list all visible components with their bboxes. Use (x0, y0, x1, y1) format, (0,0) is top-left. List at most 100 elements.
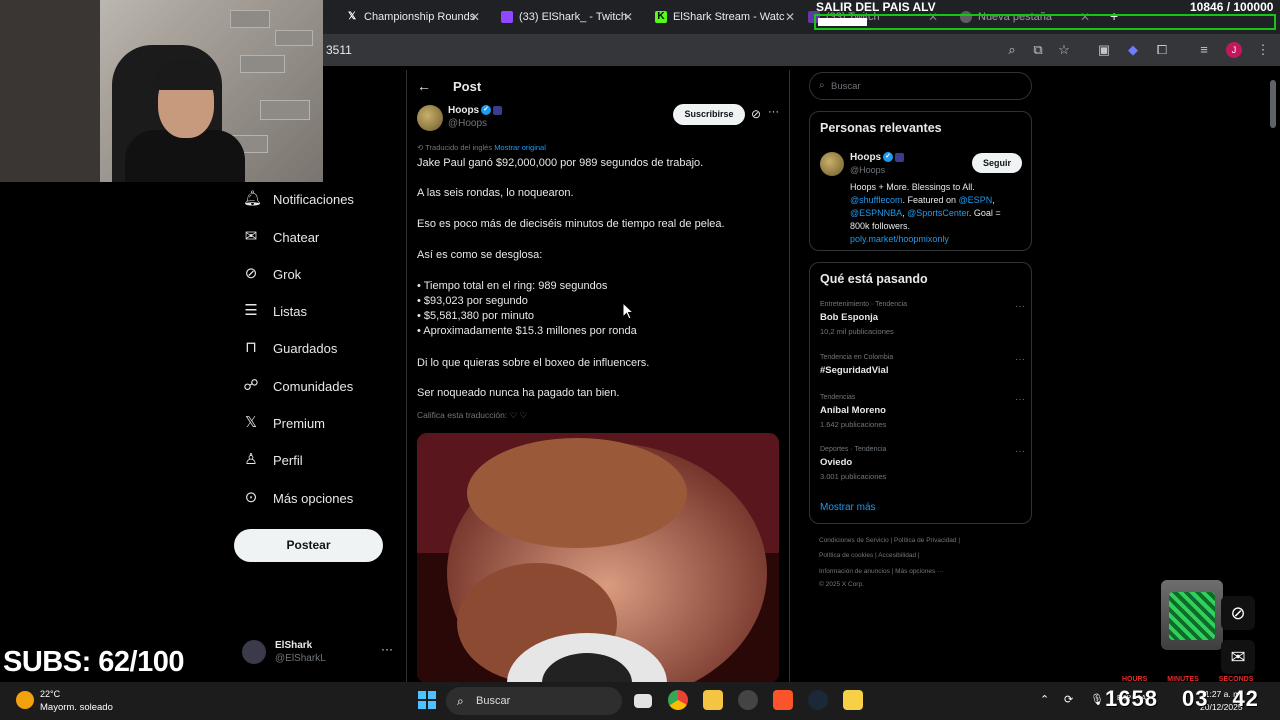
profile-avatar[interactable]: J (1226, 42, 1242, 58)
url-text[interactable]: 3511 (326, 43, 352, 57)
picture-in-picture-icon[interactable]: ▣ (1096, 42, 1112, 58)
thumbs-down-icon[interactable]: ♡ (520, 410, 528, 420)
post-text-line: • $5,581,380 por minuto (417, 310, 534, 322)
tab-label: (33) ElShark_ - Twitch (519, 11, 628, 23)
x-logo-icon: 𝕏 (244, 414, 258, 431)
close-icon[interactable]: ✕ (623, 10, 633, 24)
trend-item[interactable]: Entretenimiento · Tendencia Bob Esponja … (820, 301, 1025, 336)
bio-link[interactable]: poly.market/hoopmixonly (850, 234, 949, 244)
bio-link[interactable]: @ESPN (959, 195, 993, 205)
more-icon[interactable]: ··· (1015, 446, 1025, 457)
webcam-feed (0, 0, 323, 182)
x-logo-icon: 𝕏 (347, 11, 357, 22)
trend-item[interactable]: Tendencias Aníbal Moreno 1.642 publicaci… (820, 394, 1025, 429)
relevant-handle: @Hoops (850, 165, 886, 175)
scrollbar-thumb[interactable] (1270, 80, 1276, 128)
taskbar-search[interactable]: ⌕ Buscar (446, 687, 622, 715)
account-switcher[interactable]: ElShark @ElSharkL ··· (242, 638, 397, 670)
post-text-line: Jake Paul ganó $92,000,000 por 989 segun… (417, 157, 704, 169)
sync-icon[interactable]: ⟳ (1064, 693, 1073, 706)
trend-category: Entretenimiento · Tendencia (820, 301, 908, 308)
footer-links[interactable]: Condiciones de Servicio | Política de Pr… (819, 537, 960, 544)
brave-icon[interactable] (773, 690, 793, 710)
nav-grok[interactable]: ⊘ Grok (243, 262, 301, 286)
post-text-line: • $93,023 por segundo (417, 295, 528, 307)
nav-guardados[interactable]: ⊓ Guardados (243, 336, 337, 360)
tab-championship[interactable]: 𝕏 Championship Rounds ✕ (346, 6, 480, 28)
more-icon[interactable]: ··· (1015, 301, 1025, 312)
nav-listas[interactable]: ☰ Listas (243, 299, 307, 323)
extension-blue-icon[interactable]: ◆ (1125, 42, 1141, 58)
nav-notificaciones[interactable]: 🔔︎ Notificaciones (243, 187, 354, 211)
more-icon[interactable]: ··· (381, 642, 393, 656)
obs-icon[interactable] (738, 690, 758, 710)
show-original-link[interactable]: Mostrar original (494, 143, 546, 152)
sun-icon[interactable] (16, 691, 34, 709)
chevron-up-icon[interactable]: ⌃ (1040, 693, 1049, 706)
timer-labels: HOURS MINUTES SECONDS (1122, 676, 1253, 683)
post-image[interactable] (417, 433, 779, 682)
people-icon: ☍ (243, 377, 259, 394)
more-icon[interactable]: ··· (768, 106, 779, 118)
author-name-text: Hoops (448, 105, 480, 116)
avatar[interactable] (820, 152, 844, 176)
more-icon[interactable]: ··· (1015, 354, 1025, 365)
star-icon[interactable]: ☆ (1056, 42, 1072, 58)
subscribe-button[interactable]: Suscribirse (673, 104, 745, 125)
bio-link[interactable]: @ESPNNBA (850, 208, 902, 218)
show-more-link[interactable]: Mostrar más (820, 502, 876, 513)
bio-text: . Goal = (968, 208, 1001, 218)
thumbs-up-icon[interactable]: ♡ (510, 410, 520, 420)
nav-premium[interactable]: 𝕏 Premium (243, 411, 325, 435)
goal-counter: 10846 / 100000 (1190, 0, 1274, 14)
bio-link[interactable]: @SportsCenter (907, 208, 969, 218)
mail-icon[interactable]: ✉ (1221, 640, 1255, 674)
post-text-line: Ser noqueado nunca ha pagado tan bien. (417, 387, 620, 399)
zoom-icon[interactable]: ⌕ (1004, 42, 1020, 58)
author-name[interactable]: Hoops ✓ (448, 105, 503, 116)
more-icon[interactable]: ··· (1015, 394, 1025, 405)
back-arrow-icon[interactable]: ← (417, 78, 431, 94)
chrome-icon[interactable] (668, 690, 688, 710)
footer-links[interactable]: Política de cookies | Accesibilidad | (819, 552, 920, 559)
task-view-icon[interactable] (634, 694, 652, 708)
grok-icon[interactable]: ⊘ (1221, 596, 1255, 630)
post-text-line: Di lo que quieras sobre el boxeo de infl… (417, 357, 650, 369)
trend-item[interactable]: Tendencia en Colombia #SeguridadVial ··· (820, 354, 1025, 376)
author-avatar[interactable] (417, 105, 443, 131)
steam-icon[interactable] (808, 690, 828, 710)
post-text-line: Así es como se desglosa: (417, 249, 543, 261)
install-icon[interactable]: ⧉ (1030, 42, 1046, 58)
relevant-people-card: Personas relevantes Hoops ✓ @Hoops Seguir… (809, 111, 1032, 251)
nav-mas-opciones[interactable]: ⊙ Más opciones (243, 486, 354, 510)
timer-minutes: 03 (1181, 686, 1209, 711)
start-button[interactable] (418, 691, 436, 709)
app-icon[interactable] (843, 690, 863, 710)
weather-desc: Mayorm. soleado (40, 702, 113, 713)
close-icon[interactable]: ✕ (785, 10, 795, 24)
media-icon[interactable]: ≡ (1196, 42, 1212, 58)
trend-item[interactable]: Deportes · Tendencia Oviedo 3.001 public… (820, 446, 1025, 481)
relevant-name[interactable]: Hoops ✓ (850, 152, 905, 163)
tab-twitch[interactable]: (33) ElShark_ - Twitch ✕ (501, 6, 633, 28)
bio-link[interactable]: @shufflecom (850, 195, 903, 205)
tab-kick[interactable]: K ElShark Stream - Watc ✕ (655, 6, 795, 28)
nav-perfil[interactable]: ♙ Perfil (243, 448, 302, 472)
folder-icon[interactable] (703, 690, 723, 710)
close-icon[interactable]: ✕ (470, 10, 480, 24)
nav-chatear[interactable]: ✉ Chatear (243, 225, 320, 249)
follow-button[interactable]: Seguir (972, 153, 1022, 173)
post-column: ← Post Hoops ✓ @Hoops Suscribirse ⊘ ··· ⟲… (406, 70, 790, 682)
grok-icon[interactable]: ⊘ (751, 107, 761, 121)
trend-count: 1.642 publicaciones (820, 420, 887, 429)
footer-links[interactable]: Información de anuncios | Más opciones ·… (819, 568, 944, 575)
post-button[interactable]: Postear (234, 529, 383, 562)
mic-icon[interactable]: 🎙︎ (1090, 693, 1104, 706)
bio-text: Hoops + More. Blessings to All. (850, 182, 975, 192)
nav-comunidades[interactable]: ☍ Comunidades (243, 374, 353, 398)
trend-category: Tendencias (820, 394, 856, 401)
kebab-menu-icon[interactable]: ⋮ (1255, 42, 1271, 58)
search-input[interactable]: ⌕ Buscar (809, 72, 1032, 100)
twitch-icon (501, 11, 513, 23)
puzzle-icon[interactable]: ⧠ (1154, 42, 1170, 58)
